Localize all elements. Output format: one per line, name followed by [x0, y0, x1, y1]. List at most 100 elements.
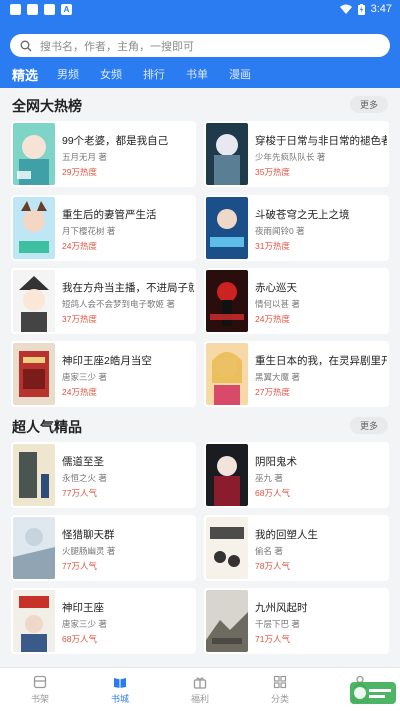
book-cover	[206, 270, 248, 332]
photo-icon	[44, 3, 55, 15]
gift-icon	[193, 676, 207, 689]
tab-female[interactable]: 女频	[100, 66, 122, 82]
book-cover	[13, 197, 55, 259]
book-heat: 35万热度	[255, 167, 290, 177]
book-title: 重生后的妻管严生活	[62, 209, 157, 221]
book-card[interactable]: 穿梭于日常与非日常的褪色者 少年先疯队队长 著 35万热度	[204, 121, 389, 187]
book-author: 永恒之火 著	[62, 473, 107, 483]
nav-label: 福利	[190, 693, 209, 704]
nav-categories[interactable]: 分类	[240, 668, 320, 711]
book-card[interactable]: 重生日本的我，在灵异剧里开… 黑翼大魔 著 27万热度	[204, 341, 389, 407]
book-card[interactable]: 神印王座2皓月当空 唐家三少 著 24万热度	[11, 341, 196, 407]
book-author: 黑翼大魔 著	[255, 372, 300, 382]
section-title-hot: 全网大热榜	[12, 98, 82, 114]
book-title: 赤心巡天	[255, 282, 297, 294]
nav-label: 分类	[270, 693, 289, 704]
tab-ranking[interactable]: 排行	[143, 66, 165, 82]
book-title: 阴阳鬼术	[255, 456, 297, 468]
book-heat: 29万热度	[62, 167, 97, 177]
book-card[interactable]: 儒道至圣 永恒之火 著 77万人气	[11, 442, 196, 508]
search-bar[interactable]: 搜书名，作者，主角，一搜即可	[10, 34, 390, 57]
book-cover	[206, 517, 248, 579]
battery-charging-icon	[357, 3, 365, 15]
book-heat: 24万热度	[62, 241, 97, 251]
book-card[interactable]: 阴阳鬼术 巫九 著 68万人气	[204, 442, 389, 508]
book-title: 我的回塑人生	[255, 529, 318, 541]
book-cover	[206, 123, 248, 185]
book-heat: 37万热度	[62, 314, 97, 324]
tab-male[interactable]: 男频	[57, 66, 79, 82]
tab-comics[interactable]: 漫画	[229, 66, 251, 82]
book-cover	[13, 270, 55, 332]
book-author: 千层下巴 著	[255, 619, 300, 629]
bottom-navigation: 书架 书城 福利 分类 我的	[0, 667, 400, 711]
book-title: 穿梭于日常与非日常的褪色者	[255, 135, 387, 147]
book-cover	[13, 517, 55, 579]
app-header: A 3:47 搜书名，作者，主角，一搜即可 精选 男频 女频 排行 书单 漫画	[0, 0, 400, 88]
book-author: 少年先疯队队长 著	[255, 152, 326, 162]
book-author: 五月无月 著	[62, 152, 107, 162]
search-input[interactable]: 搜书名，作者，主角，一搜即可	[40, 38, 194, 54]
book-author: 月下樱花树 著	[62, 226, 116, 236]
book-open-icon	[114, 677, 126, 688]
book-popularity: 68万人气	[62, 634, 97, 644]
book-card[interactable]: 九州风起时 千层下巴 著 71万人气	[204, 588, 389, 654]
book-popularity: 71万人气	[255, 634, 290, 644]
book-title: 我在方舟当主播，不进局子就…	[62, 282, 194, 294]
tab-featured[interactable]: 精选	[12, 65, 38, 84]
book-cover	[13, 123, 55, 185]
book-card[interactable]: 斗破苍穹之无上之境 夜雨闻铃0 著 31万热度	[204, 195, 389, 261]
book-card[interactable]: 赤心巡天 情何以甚 著 24万热度	[204, 268, 389, 334]
section-title-popular: 超人气精品	[12, 419, 82, 435]
bookshelf-icon	[33, 675, 47, 688]
more-button-hot[interactable]: 更多	[350, 96, 388, 113]
more-button-popular[interactable]: 更多	[350, 417, 388, 434]
nav-bookshelf[interactable]: 书架	[0, 668, 80, 711]
book-heat: 24万热度	[255, 314, 290, 324]
book-author: 短鸽人会不会梦到电子歌姬 著	[62, 299, 175, 309]
nav-label: 书架	[30, 693, 49, 704]
book-popularity: 77万人气	[62, 488, 97, 498]
book-title: 重生日本的我，在灵异剧里开…	[255, 355, 387, 367]
clock: 3:47	[370, 3, 392, 15]
book-heat: 24万热度	[62, 387, 97, 397]
font-icon: A	[61, 3, 72, 15]
nav-welfare[interactable]: 福利	[160, 668, 240, 711]
book-author: 巫九 著	[255, 473, 283, 483]
book-cover	[13, 343, 55, 405]
book-title: 儒道至圣	[62, 456, 104, 468]
book-title: 斗破苍穹之无上之境	[255, 209, 350, 221]
book-title: 神印王座	[62, 602, 104, 614]
book-heat: 27万热度	[255, 387, 290, 397]
book-title: 99个老婆，都是我自己	[62, 135, 169, 147]
nav-label: 书城	[110, 693, 129, 704]
book-heat: 31万热度	[255, 241, 290, 251]
book-title: 九州风起时	[255, 602, 308, 614]
book-cover	[206, 444, 248, 506]
status-bar: A 3:47	[0, 0, 400, 18]
book-card[interactable]: 神印王座 唐家三少 著 68万人气	[11, 588, 196, 654]
book-cover	[13, 444, 55, 506]
book-card[interactable]: 我在方舟当主播，不进局子就… 短鸽人会不会梦到电子歌姬 著 37万热度	[11, 268, 196, 334]
grid-icon	[273, 675, 287, 688]
book-author: 火腿肠幽灵 著	[62, 546, 116, 556]
book-popularity: 77万人气	[62, 561, 97, 571]
book-card[interactable]: 99个老婆，都是我自己 五月无月 著 29万热度	[11, 121, 196, 187]
book-card[interactable]: 我的回塑人生 偷名 著 78万人气	[204, 515, 389, 581]
watermark-logo	[350, 682, 396, 704]
book-title: 怪猎聊天群	[62, 529, 115, 541]
search-icon	[20, 40, 32, 51]
book-author: 夜雨闻铃0 著	[255, 226, 305, 236]
book-author: 唐家三少 著	[62, 619, 107, 629]
book-cover	[206, 590, 248, 652]
book-card[interactable]: 重生后的妻管严生活 月下樱花树 著 24万热度	[11, 195, 196, 261]
nav-bookstore[interactable]: 书城	[80, 668, 160, 711]
book-title: 神印王座2皓月当空	[62, 355, 152, 367]
tab-booklist[interactable]: 书单	[186, 66, 208, 82]
book-popularity: 68万人气	[255, 488, 290, 498]
category-tabs: 精选 男频 女频 排行 书单 漫画	[0, 62, 400, 86]
book-card[interactable]: 怪猎聊天群 火腿肠幽灵 著 77万人气	[11, 515, 196, 581]
book-author: 情何以甚 著	[255, 299, 300, 309]
book-cover	[13, 590, 55, 652]
book-cover	[206, 197, 248, 259]
